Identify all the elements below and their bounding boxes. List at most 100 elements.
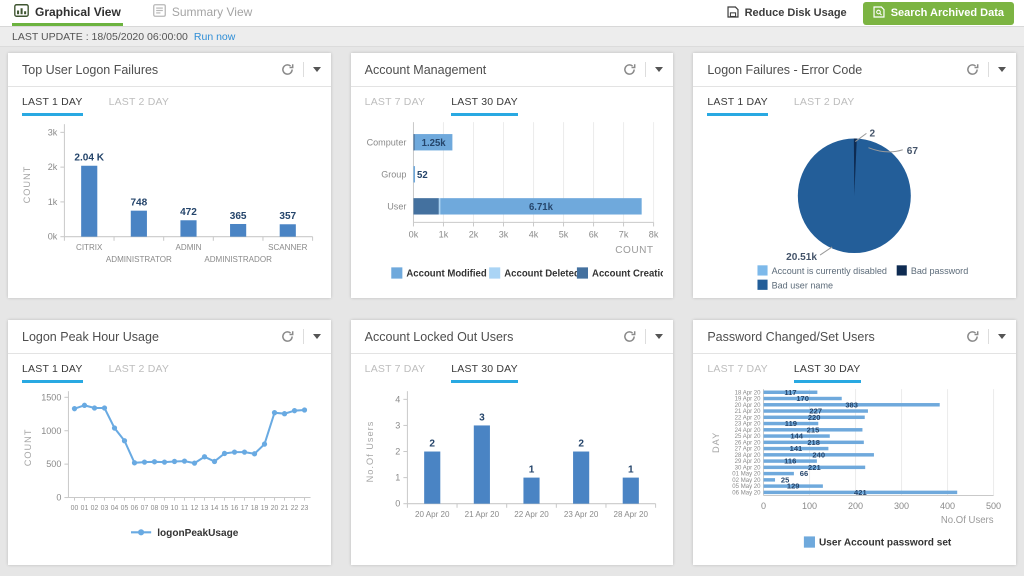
svg-text:03: 03 bbox=[101, 505, 109, 512]
svg-text:117: 117 bbox=[785, 388, 797, 397]
data-point[interactable] bbox=[292, 408, 297, 413]
tab-last-30-day[interactable]: LAST 30 DAY bbox=[451, 96, 518, 116]
refresh-icon[interactable] bbox=[281, 63, 294, 76]
chevron-down-icon[interactable] bbox=[998, 334, 1006, 339]
chevron-down-icon[interactable] bbox=[655, 334, 663, 339]
svg-text:1: 1 bbox=[528, 464, 534, 475]
data-point[interactable] bbox=[262, 441, 267, 446]
svg-text:Bad password: Bad password bbox=[911, 266, 968, 276]
tab-last-7-day[interactable]: LAST 7 DAY bbox=[365, 363, 426, 383]
svg-text:3k: 3k bbox=[48, 127, 58, 137]
data-point[interactable] bbox=[82, 403, 87, 408]
bar[interactable] bbox=[473, 425, 489, 503]
panel-title: Account Locked Out Users bbox=[365, 330, 514, 344]
svg-text:221: 221 bbox=[808, 463, 821, 472]
tab-last-30-day[interactable]: LAST 30 DAY bbox=[794, 363, 861, 383]
data-point[interactable] bbox=[192, 460, 197, 465]
bar-segment[interactable] bbox=[413, 166, 415, 182]
data-point[interactable] bbox=[282, 411, 287, 416]
data-point[interactable] bbox=[202, 454, 207, 459]
data-point[interactable] bbox=[302, 407, 307, 412]
refresh-icon[interactable] bbox=[966, 330, 979, 343]
data-point[interactable] bbox=[212, 459, 217, 464]
data-point[interactable] bbox=[242, 449, 247, 454]
tab-summary-view[interactable]: Summary View bbox=[151, 0, 254, 26]
svg-text:16: 16 bbox=[231, 505, 239, 512]
bar[interactable] bbox=[180, 220, 196, 236]
data-point[interactable] bbox=[232, 449, 237, 454]
data-point[interactable] bbox=[252, 451, 257, 456]
chevron-down-icon[interactable] bbox=[655, 67, 663, 72]
svg-text:220: 220 bbox=[808, 413, 821, 422]
refresh-icon[interactable] bbox=[281, 330, 294, 343]
panel-logon-peak-hour-usage: Logon Peak Hour Usage LAST 1 DAY LAST 2 … bbox=[8, 320, 331, 565]
refresh-icon[interactable] bbox=[966, 63, 979, 76]
data-point[interactable] bbox=[152, 459, 157, 464]
tab-graphical-view[interactable]: Graphical View bbox=[12, 0, 123, 26]
bar[interactable] bbox=[131, 211, 147, 237]
bar[interactable] bbox=[230, 224, 246, 237]
tab-last-30-day[interactable]: LAST 30 DAY bbox=[451, 363, 518, 383]
tab-last-1-day[interactable]: LAST 1 DAY bbox=[22, 96, 83, 116]
reduce-disk-usage-button[interactable]: Reduce Disk Usage bbox=[727, 6, 847, 21]
svg-text:Account Deleted: Account Deleted bbox=[504, 269, 580, 280]
chevron-down-icon[interactable] bbox=[998, 67, 1006, 72]
data-point[interactable] bbox=[92, 405, 97, 410]
bar-segment[interactable] bbox=[413, 134, 414, 150]
top-bar: Graphical View Summary View Reduce Disk … bbox=[0, 0, 1024, 27]
chart-svg: 050010001500COUNT00010203040506070809101… bbox=[18, 383, 321, 563]
data-point[interactable] bbox=[142, 459, 147, 464]
bar[interactable] bbox=[523, 478, 539, 504]
data-point[interactable] bbox=[182, 458, 187, 463]
tab-last-2-day[interactable]: LAST 2 DAY bbox=[794, 96, 855, 116]
data-point[interactable] bbox=[112, 425, 117, 430]
refresh-icon[interactable] bbox=[623, 330, 636, 343]
svg-text:28 Apr 20: 28 Apr 20 bbox=[613, 510, 648, 519]
svg-text:144: 144 bbox=[791, 432, 804, 441]
tab-last-2-day[interactable]: LAST 2 DAY bbox=[109, 363, 170, 383]
bar[interactable] bbox=[622, 478, 638, 504]
data-point[interactable] bbox=[172, 459, 177, 464]
search-archived-data-button[interactable]: Search Archived Data bbox=[863, 2, 1014, 25]
chevron-down-icon[interactable] bbox=[313, 334, 321, 339]
svg-text:8k: 8k bbox=[648, 230, 658, 240]
tab-last-1-day[interactable]: LAST 1 DAY bbox=[22, 363, 83, 383]
svg-text:06 May 20: 06 May 20 bbox=[733, 489, 762, 496]
bar[interactable] bbox=[764, 478, 776, 481]
tab-last-1-day[interactable]: LAST 1 DAY bbox=[707, 96, 768, 116]
tab-last-2-day[interactable]: LAST 2 DAY bbox=[109, 96, 170, 116]
svg-text:CITRIX: CITRIX bbox=[76, 243, 103, 252]
svg-text:6k: 6k bbox=[588, 230, 598, 240]
run-now-link[interactable]: Run now bbox=[194, 31, 235, 43]
bar-segment[interactable] bbox=[413, 198, 438, 214]
tab-last-7-day[interactable]: LAST 7 DAY bbox=[365, 96, 426, 116]
svg-text:Computer: Computer bbox=[366, 137, 406, 147]
svg-text:2: 2 bbox=[395, 447, 400, 457]
bar[interactable] bbox=[573, 452, 589, 504]
refresh-icon[interactable] bbox=[623, 63, 636, 76]
svg-text:23 Apr 20: 23 Apr 20 bbox=[564, 510, 599, 519]
svg-text:User Account password set: User Account password set bbox=[819, 538, 952, 549]
bar[interactable] bbox=[280, 224, 296, 236]
data-point[interactable] bbox=[102, 405, 107, 410]
data-point[interactable] bbox=[72, 406, 77, 411]
divider bbox=[988, 62, 989, 77]
bar-segment[interactable] bbox=[439, 198, 440, 214]
data-point[interactable] bbox=[272, 410, 277, 415]
bar[interactable] bbox=[81, 166, 97, 237]
legend-swatch bbox=[758, 265, 768, 275]
data-point[interactable] bbox=[122, 438, 127, 443]
chevron-down-icon[interactable] bbox=[313, 67, 321, 72]
divider bbox=[303, 62, 304, 77]
data-point[interactable] bbox=[132, 460, 137, 465]
svg-text:2k: 2k bbox=[468, 230, 478, 240]
svg-text:06: 06 bbox=[131, 505, 139, 512]
tab-last-7-day[interactable]: LAST 7 DAY bbox=[707, 363, 768, 383]
svg-text:2.04 K: 2.04 K bbox=[74, 153, 104, 164]
data-point[interactable] bbox=[222, 451, 227, 456]
svg-text:COUNT: COUNT bbox=[615, 245, 653, 256]
data-point[interactable] bbox=[162, 459, 167, 464]
bar[interactable] bbox=[424, 452, 440, 504]
svg-text:21: 21 bbox=[281, 505, 289, 512]
last-update-text: LAST UPDATE : 18/05/2020 06:00:00 bbox=[12, 31, 188, 43]
